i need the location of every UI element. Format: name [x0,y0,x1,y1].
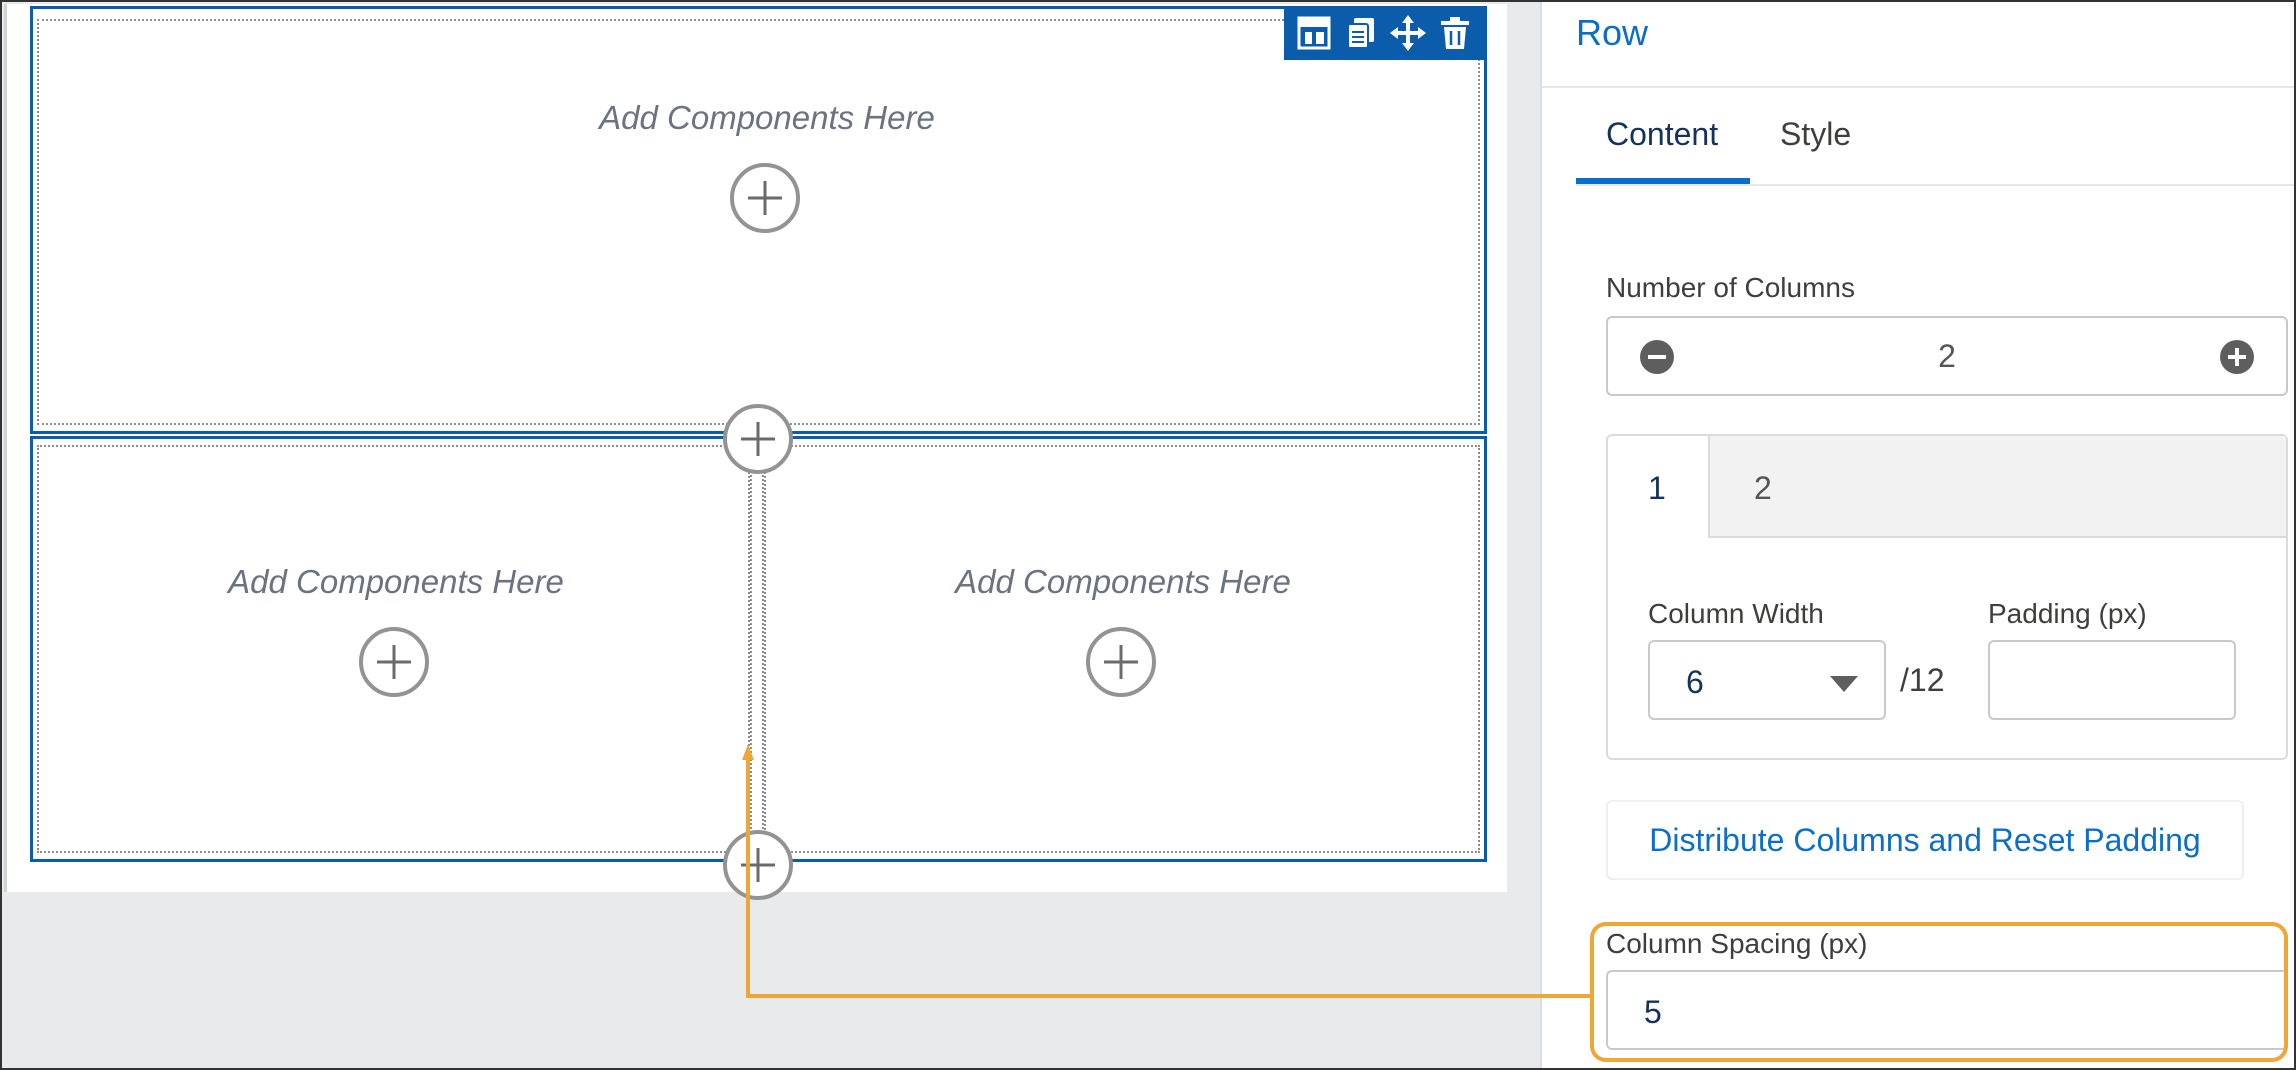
move-icon[interactable] [1388,13,1428,53]
distribute-columns-button[interactable]: Distribute Columns and Reset Padding [1606,800,2244,880]
column-width-select[interactable]: 6 [1648,640,1886,720]
add-component-button[interactable] [359,627,429,697]
canvas-background: Add Components Here Add Components Here … [2,2,1540,1068]
row-1-column-1[interactable]: Add Components Here [37,19,1480,425]
number-of-columns-value: 2 [1938,338,1956,374]
tab-content[interactable]: Content [1606,116,1718,153]
increment-icon[interactable] [2220,340,2254,374]
add-row-button[interactable] [723,404,793,474]
number-of-columns-label: Number of Columns [1606,272,1855,303]
column-settings-card: 1 2 Column Width 6 /12 Padding (px) [1606,434,2288,760]
column-tab-1[interactable]: 1 [1648,470,1666,507]
add-component-button[interactable] [1086,627,1156,697]
row-2[interactable]: Add Components Here Add Components Here [30,436,1487,862]
add-components-placeholder: Add Components Here [599,99,935,136]
property-panel: Row Content Style Number of Columns 2 1 … [1540,2,2296,1068]
layout-icon[interactable] [1294,13,1334,53]
divider [1576,184,2296,186]
column-width-label: Column Width [1648,598,1824,629]
padding-input[interactable] [1988,640,2236,720]
number-of-columns-stepper[interactable]: 2 [1606,316,2288,396]
column-width-value: 6 [1686,664,1704,700]
row-2-column-2[interactable]: Add Components Here [764,445,1480,853]
copy-icon[interactable] [1341,13,1381,53]
add-components-placeholder: Add Components Here [228,563,564,600]
column-tabs-bar [1708,436,2286,538]
add-components-placeholder: Add Components Here [955,563,1291,600]
column-width-suffix: /12 [1900,662,1945,698]
row-toolbar [1284,6,1484,60]
add-component-button[interactable] [730,163,800,233]
tab-style[interactable]: Style [1780,116,1851,153]
row-1[interactable]: Add Components Here [30,6,1487,434]
panel-title: Row [1576,12,1649,53]
padding-label: Padding (px) [1988,598,2147,629]
column-gutter [750,475,764,853]
column-tab-2[interactable]: 2 [1754,470,1772,507]
divider [1542,86,2296,88]
canvas-page: Add Components Here Add Components Here … [4,4,1507,900]
chevron-down-icon [1830,676,1858,692]
add-row-button[interactable] [723,830,793,900]
callout-highlight-box [1590,922,2288,1062]
trash-icon[interactable] [1435,13,1475,53]
row-2-column-1[interactable]: Add Components Here [37,445,750,853]
